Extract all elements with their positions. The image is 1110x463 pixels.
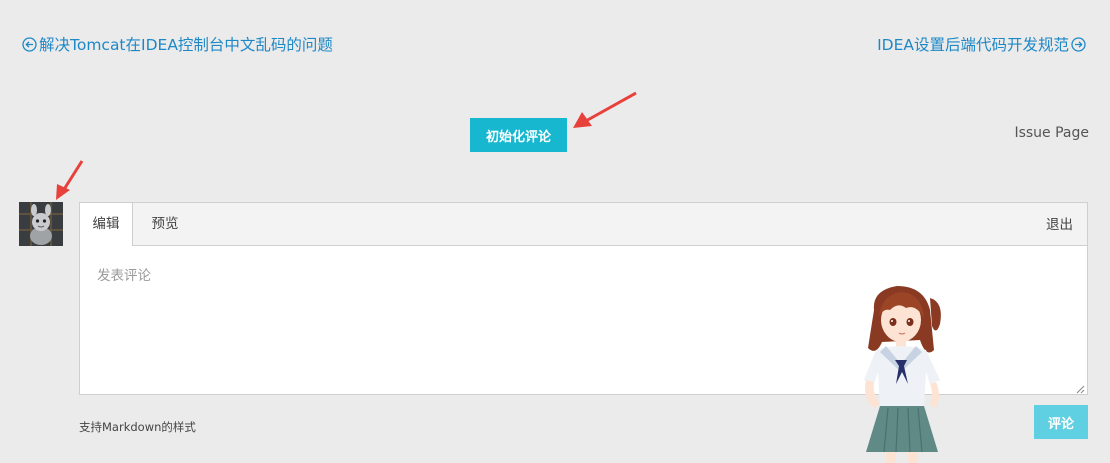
init-comments-button[interactable]: 初始化评论: [470, 118, 567, 152]
prev-post-title: 解决Tomcat在IDEA控制台中文乱码的问题: [39, 36, 333, 54]
editor-tabbar: 编辑 预览 退出: [80, 203, 1087, 246]
next-post-title: IDEA设置后端代码开发规范: [877, 36, 1069, 54]
avatar: [19, 202, 63, 246]
next-post-link[interactable]: IDEA设置后端代码开发规范: [877, 33, 1086, 55]
annotation-arrow-icon: [573, 91, 637, 128]
comment-placeholder: 发表评论: [97, 268, 151, 284]
annotation-arrow-icon: [56, 160, 84, 200]
circle-arrow-left-icon: [22, 36, 37, 52]
prev-post-link[interactable]: 解决Tomcat在IDEA控制台中文乱码的问题: [22, 33, 333, 55]
logout-button[interactable]: 退出: [1046, 203, 1073, 247]
mascot-character-image: [864, 286, 941, 463]
markdown-hint: 支持Markdown的样式: [79, 420, 196, 434]
resize-grip-icon[interactable]: [1076, 385, 1085, 394]
issue-page-link[interactable]: Issue Page: [1014, 125, 1089, 141]
submit-comment-button[interactable]: 评论: [1034, 405, 1088, 439]
circle-arrow-right-icon: [1071, 36, 1086, 52]
tab-preview[interactable]: 预览: [136, 203, 194, 246]
tab-edit[interactable]: 编辑: [80, 203, 133, 246]
